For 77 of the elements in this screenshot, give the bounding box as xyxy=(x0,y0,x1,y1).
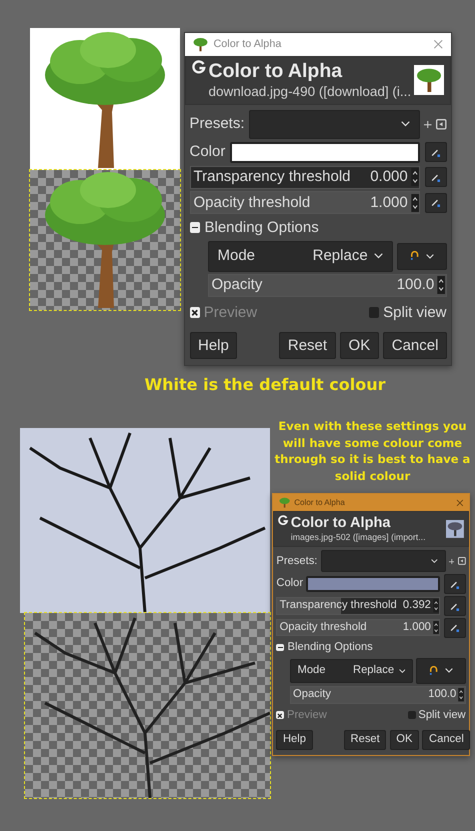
section-label: Blending Options xyxy=(288,640,373,654)
color-picker-button[interactable] xyxy=(444,574,466,594)
caption: Even with these settings you will have some colour come through so it is best to have a solid colour xyxy=(274,418,472,484)
plus-icon[interactable] xyxy=(424,120,432,128)
color-picker-button[interactable] xyxy=(424,192,446,213)
collapse-toggle-icon[interactable] xyxy=(276,644,284,652)
gimp-logo-icon xyxy=(192,60,206,74)
threshold-field[interactable]: Opacity threshold 1.000 xyxy=(276,618,440,636)
spin-arrows-icon[interactable] xyxy=(437,276,446,294)
eyedropper-icon xyxy=(430,197,441,208)
tree-icon xyxy=(192,37,208,52)
menu-icon[interactable] xyxy=(458,557,466,566)
split-view-label: Split view xyxy=(383,304,446,322)
dialog-button[interactable]: Cancel xyxy=(422,730,470,750)
section-label: Blending Options xyxy=(204,218,319,237)
opacity-field[interactable]: Opacity 100.0 xyxy=(208,274,446,297)
color-picker-button[interactable] xyxy=(444,618,466,638)
mode-dropdown[interactable]: Mode Replace xyxy=(208,241,393,272)
color-picker-button[interactable] xyxy=(424,142,446,162)
composite-mode-button[interactable] xyxy=(416,658,466,684)
spin-arrows-icon[interactable] xyxy=(410,168,419,186)
color-picker-button[interactable] xyxy=(424,167,446,188)
spin-arrows-icon[interactable] xyxy=(433,599,440,613)
window-title: Color to Alpha xyxy=(294,498,346,508)
checkbox[interactable] xyxy=(408,711,416,720)
checkbox[interactable] xyxy=(368,307,380,318)
eyedropper-icon xyxy=(430,147,441,158)
color-swatch[interactable] xyxy=(230,142,420,163)
color-label: Color xyxy=(190,143,226,162)
preview-label: Preview xyxy=(286,708,327,722)
mode-dropdown[interactable]: Mode Replace xyxy=(290,659,413,683)
image-thumbnail-icon xyxy=(446,520,464,538)
preview-label: Preview xyxy=(204,304,258,322)
threshold-field[interactable]: Opacity threshold 1.000 xyxy=(190,191,420,214)
dialog-heading: Color to Alpha xyxy=(290,514,392,532)
composite-mode-button[interactable] xyxy=(397,243,446,270)
eyedropper-icon xyxy=(430,172,441,183)
color-picker-button[interactable] xyxy=(444,596,466,616)
image-name: images.jpg-502 ([images] (import... xyxy=(290,532,426,543)
dialog-button[interactable]: OK xyxy=(340,332,379,360)
dialog-button[interactable]: Help xyxy=(276,730,313,750)
opacity-field[interactable]: Opacity 100.0 xyxy=(290,686,466,704)
threshold-field[interactable]: Transparency threshold 0.000 xyxy=(190,166,420,189)
dialog-button[interactable]: Cancel xyxy=(383,332,447,360)
split-view-label: Split view xyxy=(418,708,466,722)
close-icon[interactable] xyxy=(433,39,444,50)
link-icon xyxy=(428,666,438,676)
spin-arrows-icon[interactable] xyxy=(458,688,465,702)
plus-icon[interactable] xyxy=(448,558,454,564)
dialog-heading: Color to Alpha xyxy=(208,60,344,84)
gimp-logo-icon xyxy=(278,514,289,525)
dialog-button[interactable]: Reset xyxy=(279,332,336,360)
presets-label: Presets: xyxy=(190,115,245,134)
caption: White is the default colour xyxy=(143,375,387,394)
window-title: Color to Alpha xyxy=(214,38,282,52)
chevron-down-icon xyxy=(400,121,410,128)
threshold-field[interactable]: Transparency threshold 0.392 xyxy=(276,596,440,615)
tree-icon xyxy=(278,497,290,508)
color-label: Color xyxy=(276,577,304,591)
link-icon xyxy=(410,251,420,262)
chevron-down-icon xyxy=(426,254,434,259)
menu-icon[interactable] xyxy=(436,119,446,130)
color-swatch[interactable] xyxy=(306,576,440,592)
image-thumbnail-icon xyxy=(414,65,444,96)
image-name: download.jpg-490 ([download] (i... xyxy=(208,84,411,100)
chevron-down-icon xyxy=(398,668,406,674)
presets-label: Presets: xyxy=(276,554,318,568)
chevron-down-icon xyxy=(374,253,383,260)
collapse-toggle-icon[interactable] xyxy=(190,222,200,233)
close-icon[interactable] xyxy=(456,498,464,507)
spin-arrows-icon[interactable] xyxy=(433,620,440,634)
chevron-down-icon xyxy=(444,668,453,674)
eyedropper-icon xyxy=(449,622,460,633)
dialog-button[interactable]: OK xyxy=(390,730,420,750)
dialog-button[interactable]: Reset xyxy=(344,730,386,750)
dialog-button[interactable]: Help xyxy=(190,332,238,360)
chevron-down-icon xyxy=(431,559,438,564)
